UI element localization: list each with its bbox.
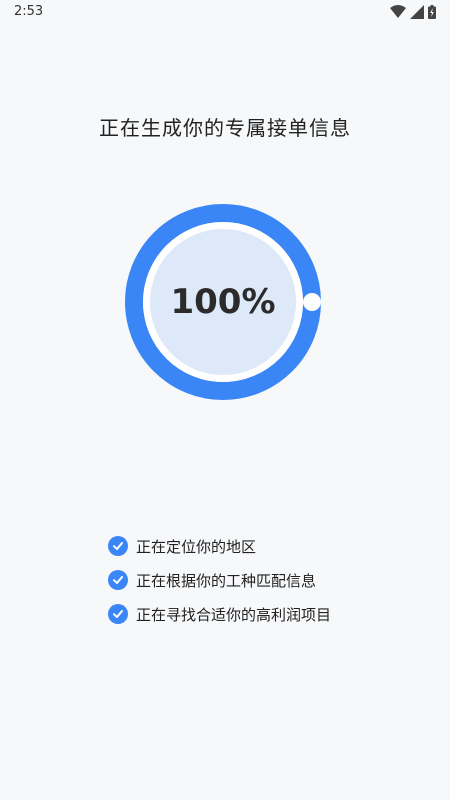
check-circle-icon (108, 570, 128, 590)
check-circle-icon (108, 536, 128, 556)
step-item: 正在寻找合适你的高利润项目 (108, 602, 331, 626)
step-label: 正在定位你的地区 (136, 537, 257, 556)
progress-percent: 100% (170, 282, 276, 322)
status-icons (390, 5, 436, 19)
page-title: 正在生成你的专属接单信息 (99, 116, 351, 140)
wifi-icon (390, 5, 406, 18)
step-item: 正在定位你的地区 (108, 534, 331, 558)
step-list: 正在定位你的地区 正在根据你的工种匹配信息 正在寻找合适你的高利润项目 (108, 534, 331, 636)
step-label: 正在根据你的工种匹配信息 (136, 571, 317, 590)
step-item: 正在根据你的工种匹配信息 (108, 568, 331, 592)
step-label: 正在寻找合适你的高利润项目 (136, 605, 332, 624)
check-circle-icon (108, 604, 128, 624)
battery-icon (428, 5, 436, 19)
progress-ring: 100% (123, 202, 323, 402)
status-time: 2:53 (14, 4, 44, 19)
status-bar: 2:53 (0, 0, 450, 24)
signal-icon (410, 5, 424, 19)
